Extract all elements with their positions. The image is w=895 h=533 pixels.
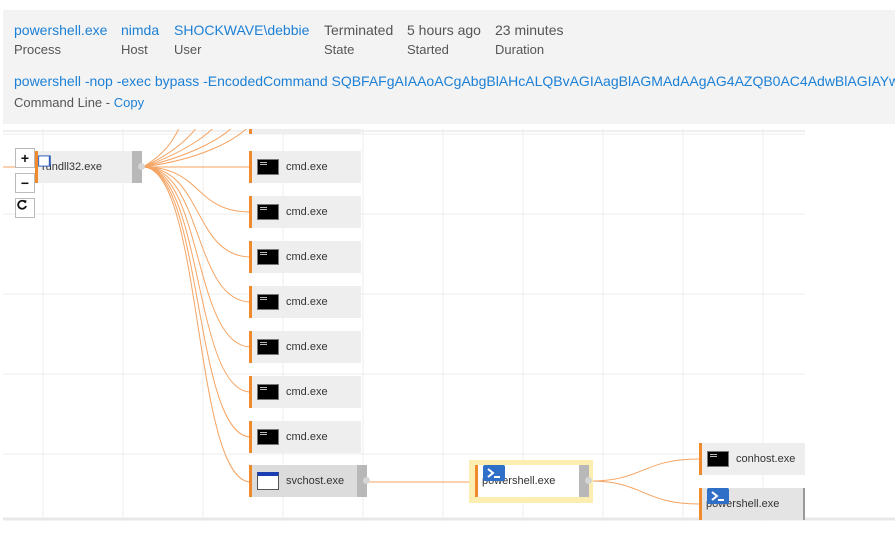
node-accent bbox=[475, 465, 478, 497]
expand-handle[interactable] bbox=[579, 465, 592, 497]
refresh-icon bbox=[17, 199, 27, 210]
node-label: cmd.exe bbox=[286, 296, 328, 308]
node-cmd-1[interactable]: cmd.exe bbox=[249, 151, 361, 183]
state-label: State bbox=[324, 42, 355, 57]
terminal-icon bbox=[257, 204, 279, 220]
zoom-out-button[interactable]: − bbox=[15, 173, 35, 193]
node-accent bbox=[699, 443, 702, 475]
node-cmd-4[interactable]: cmd.exe bbox=[249, 286, 361, 318]
node-accent bbox=[249, 421, 252, 453]
terminal-icon bbox=[257, 339, 279, 355]
node-accent bbox=[249, 151, 252, 183]
copy-button[interactable]: Copy bbox=[114, 95, 144, 110]
state-value: Terminated bbox=[324, 22, 394, 38]
user-field: SHOCKWAVE\debbie User bbox=[174, 22, 309, 57]
started-label: Started bbox=[407, 42, 449, 57]
node-label: svchost.exe bbox=[286, 475, 345, 487]
terminal-icon bbox=[257, 384, 279, 400]
document-icon bbox=[38, 155, 51, 167]
node-accent bbox=[249, 241, 252, 273]
node-accent bbox=[249, 196, 252, 228]
node-powershell-selected[interactable]: powershell.exe bbox=[475, 465, 592, 497]
process-tree-canvas[interactable]: + − rundll32.exe cmd.exe cmd.exe cmd.exe… bbox=[3, 129, 895, 521]
node-label: cmd.exe bbox=[286, 431, 328, 443]
zoom-in-button[interactable]: + bbox=[15, 148, 35, 168]
terminal-icon bbox=[257, 159, 279, 175]
process-name-link[interactable]: powershell.exe bbox=[14, 22, 107, 38]
powershell-icon bbox=[707, 488, 729, 504]
host-link[interactable]: nimda bbox=[121, 22, 159, 38]
user-label: User bbox=[174, 42, 202, 57]
node-accent bbox=[249, 286, 252, 318]
terminal-icon bbox=[257, 294, 279, 310]
node-accent bbox=[249, 376, 252, 408]
command-line-value[interactable]: powershell -nop -exec bypass -EncodedCom… bbox=[14, 73, 895, 89]
expand-handle[interactable] bbox=[357, 465, 370, 497]
powershell-icon bbox=[483, 465, 505, 481]
node-svchost[interactable]: svchost.exe bbox=[249, 465, 370, 497]
state-field: Terminated State bbox=[324, 22, 393, 57]
node-label: conhost.exe bbox=[736, 453, 796, 465]
node-label: cmd.exe bbox=[286, 161, 328, 173]
node-rundll32[interactable]: rundll32.exe bbox=[35, 151, 145, 183]
terminal-icon bbox=[707, 451, 729, 467]
reset-view-button[interactable] bbox=[15, 198, 35, 218]
terminal-icon bbox=[257, 249, 279, 265]
process-details-panel: powershell.exe Process nimda Host SHOCKW… bbox=[3, 10, 895, 124]
expand-handle[interactable] bbox=[132, 151, 145, 183]
user-link[interactable]: SHOCKWAVE\debbie bbox=[174, 22, 309, 38]
started-field: 5 hours ago Started bbox=[407, 22, 481, 57]
node-cmd-7[interactable]: cmd.exe bbox=[249, 421, 361, 453]
node-label: cmd.exe bbox=[286, 386, 328, 398]
node-powershell-child[interactable]: powershell.exe bbox=[699, 488, 805, 520]
node-conhost[interactable]: conhost.exe bbox=[699, 443, 805, 475]
window-icon bbox=[257, 472, 279, 490]
node-cmd-2[interactable]: cmd.exe bbox=[249, 196, 361, 228]
command-line-label: Command Line - Copy bbox=[14, 95, 144, 110]
node-label: cmd.exe bbox=[286, 341, 328, 353]
node-accent bbox=[699, 488, 702, 520]
node-accent bbox=[249, 331, 252, 363]
duration-value: 23 minutes bbox=[495, 22, 564, 38]
started-value: 5 hours ago bbox=[407, 22, 481, 38]
terminal-icon bbox=[257, 429, 279, 445]
node-label: cmd.exe bbox=[286, 251, 328, 263]
node-accent bbox=[249, 465, 252, 497]
process-field: powershell.exe Process bbox=[14, 22, 107, 57]
duration-label: Duration bbox=[495, 42, 545, 57]
process-label: Process bbox=[14, 42, 61, 57]
command-line-label-text: Command Line - bbox=[14, 95, 114, 110]
node-cmd-6[interactable]: cmd.exe bbox=[249, 376, 361, 408]
node-label: cmd.exe bbox=[286, 206, 328, 218]
node-cmd-5[interactable]: cmd.exe bbox=[249, 331, 361, 363]
duration-field: 23 minutes Duration bbox=[495, 22, 563, 57]
node-cmd-3[interactable]: cmd.exe bbox=[249, 241, 361, 273]
host-field: nimda Host bbox=[121, 22, 159, 57]
host-label: Host bbox=[121, 42, 148, 57]
